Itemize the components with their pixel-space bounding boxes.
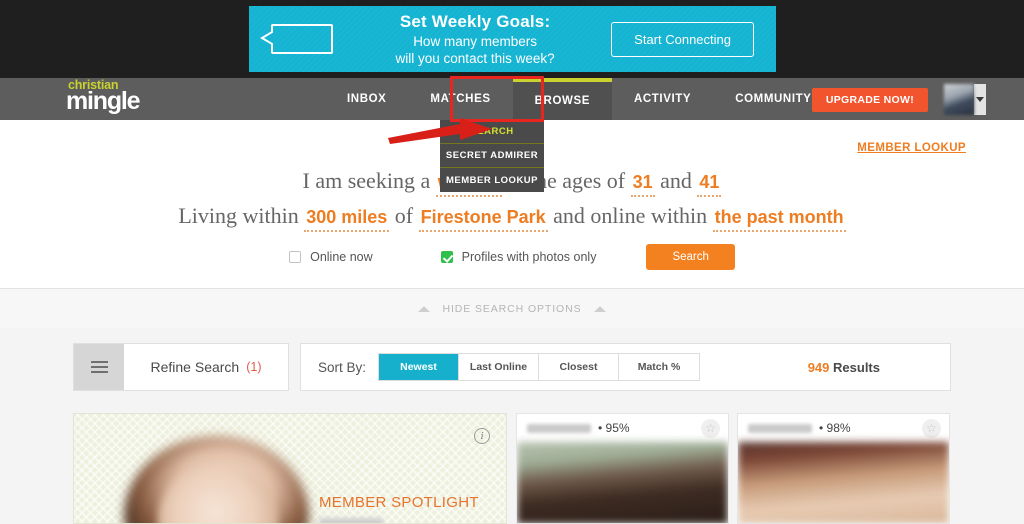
info-icon[interactable]: i <box>474 428 490 444</box>
profile-match-percent: • 95% <box>598 421 630 435</box>
profile-card-header: • 98% ☆ <box>738 414 949 442</box>
sort-panel: Sort By: Newest Last Online Closest Matc… <box>300 343 951 391</box>
logo-text-mingle: mingle <box>66 86 141 115</box>
sort-option-last-online[interactable]: Last Online <box>459 354 540 380</box>
caret-up-icon-left <box>418 305 431 312</box>
dropdown-item-member-lookup[interactable]: MEMBER LOOKUP <box>440 168 544 192</box>
criteria-line-2: Living within 300 miles of Firestone Par… <box>0 199 1024 234</box>
search-button[interactable]: Search <box>646 244 735 270</box>
hide-search-options-toggle[interactable]: HIDE SEARCH OPTIONS <box>0 289 1024 328</box>
criteria-age-max-value[interactable]: 41 <box>697 172 722 197</box>
criteria-location-value[interactable]: Firestone Park <box>418 207 548 232</box>
refine-search-count: (1) <box>246 360 262 374</box>
nav-item-matches[interactable]: MATCHES <box>408 78 512 120</box>
member-spotlight-title: MEMBER SPOTLIGHT <box>319 494 479 511</box>
avatar <box>944 84 974 115</box>
criteria-text-living-within: Living within <box>178 203 299 228</box>
page-root: Set Weekly Goals: How many members will … <box>0 0 1024 524</box>
promo-line-3: will you contact this week? <box>395 50 555 66</box>
promo-text-block: Set Weekly Goals: How many members will … <box>333 11 611 67</box>
profile-photo[interactable] <box>738 442 949 523</box>
sort-option-newest[interactable]: Newest <box>379 354 460 380</box>
speech-bubble-icon <box>260 24 333 54</box>
criteria-online-within-value[interactable]: the past month <box>712 207 846 232</box>
criteria-text-and: and <box>660 168 692 193</box>
main-navigation-bar: christian mingle INBOX MATCHES BROWSE AC… <box>0 78 1024 120</box>
weekly-goals-promo-banner: Set Weekly Goals: How many members will … <box>249 6 776 72</box>
sort-by-label: Sort By: <box>318 359 367 375</box>
promo-line-2: How many members <box>413 33 537 49</box>
caret-up-icon-right <box>593 305 606 312</box>
criteria-text-of: of <box>394 203 414 228</box>
profile-photo[interactable] <box>517 442 728 523</box>
member-lookup-link[interactable]: MEMBER LOOKUP <box>857 142 966 154</box>
dropdown-item-search[interactable]: SEARCH <box>440 120 544 144</box>
photos-only-checkbox[interactable]: Profiles with photos only <box>440 250 597 264</box>
account-menu[interactable] <box>944 84 986 115</box>
sort-option-match-percent[interactable]: Match % <box>619 354 700 380</box>
online-now-checkbox[interactable]: Online now <box>289 250 373 264</box>
promo-title: Set Weekly Goals: <box>399 11 551 31</box>
sort-option-closest[interactable]: Closest <box>539 354 620 380</box>
chevron-down-icon[interactable] <box>973 84 986 115</box>
member-spotlight-card[interactable]: MEMBER SPOTLIGHT i <box>73 413 507 524</box>
nav-links: INBOX MATCHES BROWSE ACTIVITY COMMUNITY <box>325 78 834 120</box>
refine-search-label-wrap: Refine Search (1) <box>124 344 288 390</box>
criteria-text-online-within: and online within <box>553 203 708 228</box>
criteria-age-min-value[interactable]: 31 <box>630 172 655 197</box>
criteria-distance-value[interactable]: 300 miles <box>304 207 390 232</box>
search-options-row: Online now Profiles with photos only Sea… <box>0 244 1024 270</box>
results-label: Results <box>833 359 880 375</box>
profile-card[interactable]: • 98% ☆ <box>737 413 950 524</box>
spotlight-username-blurred <box>319 518 383 523</box>
checkbox-box-online-now[interactable] <box>289 251 302 263</box>
results-grid: MEMBER SPOTLIGHT i • 95% ☆ • 98% ☆ <box>0 408 1024 524</box>
refine-search-label: Refine Search <box>150 359 240 375</box>
profile-username-blurred <box>748 423 812 433</box>
upgrade-now-button[interactable]: UPGRADE NOW! <box>811 88 928 112</box>
nav-item-activity[interactable]: ACTIVITY <box>612 78 713 120</box>
top-dark-bar: Set Weekly Goals: How many members will … <box>0 0 1024 78</box>
results-toolbar: Refine Search (1) Sort By: Newest Last O… <box>0 328 1024 408</box>
start-connecting-button[interactable]: Start Connecting <box>611 21 754 57</box>
results-count-wrap: 949 Results <box>808 360 880 375</box>
criteria-text-seeking: I am seeking a <box>302 168 431 193</box>
hamburger-icon[interactable] <box>74 344 124 390</box>
refine-search-button[interactable]: Refine Search (1) <box>73 343 289 391</box>
checkbox-box-photos-only[interactable] <box>440 251 453 263</box>
photos-only-label: Profiles with photos only <box>461 250 597 264</box>
nav-item-browse[interactable]: BROWSE <box>512 78 612 120</box>
online-now-label: Online now <box>310 250 373 264</box>
results-count: 949 <box>807 359 830 375</box>
profile-card-header: • 95% ☆ <box>517 414 728 442</box>
browse-dropdown-menu: SEARCH SECRET ADMIRER MEMBER LOOKUP <box>440 120 544 192</box>
hide-search-options-label: HIDE SEARCH OPTIONS <box>442 302 582 315</box>
sort-options-group: Newest Last Online Closest Match % <box>378 353 701 381</box>
site-logo[interactable]: christian mingle <box>66 79 141 115</box>
nav-item-inbox[interactable]: INBOX <box>325 78 408 120</box>
profile-match-percent: • 98% <box>819 421 851 435</box>
dropdown-item-secret-admirer[interactable]: SECRET ADMIRER <box>440 144 544 168</box>
profile-username-blurred <box>527 423 591 433</box>
favorite-star-icon[interactable]: ☆ <box>701 418 720 438</box>
favorite-star-icon[interactable]: ☆ <box>922 418 941 438</box>
profile-card[interactable]: • 95% ☆ <box>516 413 729 524</box>
